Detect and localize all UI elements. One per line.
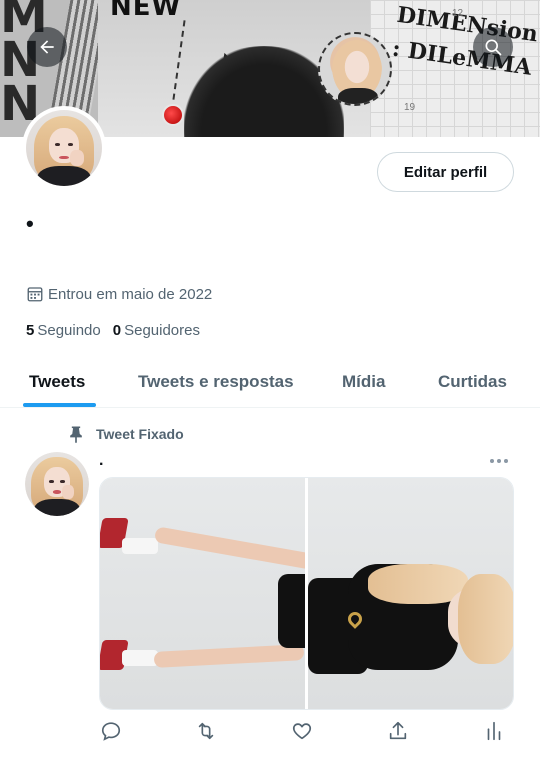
- display-name: •: [26, 211, 34, 236]
- arrow-left-icon: [40, 40, 54, 54]
- tab-likes[interactable]: Curtidas: [438, 356, 507, 408]
- back-button[interactable]: [27, 27, 67, 67]
- calendar-icon: [27, 287, 43, 302]
- following-count: 5: [26, 322, 35, 339]
- following-link[interactable]: 5 Seguindo: [26, 322, 101, 339]
- tab-tweets[interactable]: Tweets: [29, 356, 85, 408]
- pin-icon: [70, 426, 82, 444]
- analytics-button[interactable]: [483, 720, 507, 744]
- profile-tabs: Tweets Tweets e respostas Mídia Curtidas: [0, 356, 540, 408]
- retweet-button[interactable]: [195, 720, 219, 744]
- following-label: Seguindo: [37, 322, 101, 339]
- banner-mini-portrait: [318, 32, 392, 106]
- tweet-author-avatar[interactable]: [25, 452, 89, 516]
- tab-media[interactable]: Mídia: [342, 356, 385, 408]
- avatar-image: [25, 452, 89, 516]
- avatar-image: [26, 110, 102, 186]
- more-icon[interactable]: [490, 456, 514, 466]
- tweet-photo-left[interactable]: [100, 478, 306, 709]
- pinned-label: Tweet Fixado: [96, 426, 184, 442]
- banner-red-button: [162, 104, 184, 126]
- tweet-media[interactable]: [99, 477, 514, 710]
- retweet-icon: [198, 722, 214, 740]
- tweet-text: .: [99, 452, 104, 469]
- tweet-photo-right[interactable]: [308, 478, 513, 709]
- joined-label: Entrou em maio de 2022: [48, 285, 213, 303]
- pinned-label-row: Tweet Fixado: [66, 424, 184, 444]
- analytics-icon: [487, 721, 501, 741]
- like-button[interactable]: [291, 720, 315, 744]
- follow-stats: 5 Seguindo 0 Seguidores: [26, 322, 200, 339]
- banner-page-number: 19: [404, 102, 416, 113]
- share-icon: [389, 721, 407, 740]
- search-icon: [485, 39, 502, 56]
- banner-new-text: NEW: [110, 0, 182, 22]
- tweet-actions: [99, 720, 514, 746]
- banner-page-number: 12: [452, 8, 464, 19]
- reply-button[interactable]: [100, 720, 124, 744]
- edit-profile-button[interactable]: Editar perfil: [377, 152, 514, 192]
- profile-avatar[interactable]: [22, 106, 106, 190]
- followers-label: Seguidores: [124, 322, 200, 339]
- search-button[interactable]: [473, 27, 513, 67]
- tab-tweets-and-replies[interactable]: Tweets e respostas: [138, 356, 294, 408]
- heart-icon: [292, 723, 312, 740]
- followers-link[interactable]: 0 Seguidores: [113, 322, 200, 339]
- active-tab-indicator: [23, 403, 96, 407]
- followers-count: 0: [112, 322, 122, 339]
- share-button[interactable]: [387, 720, 411, 744]
- joined-date: Entrou em maio de 2022: [26, 285, 212, 303]
- reply-icon: [101, 722, 121, 741]
